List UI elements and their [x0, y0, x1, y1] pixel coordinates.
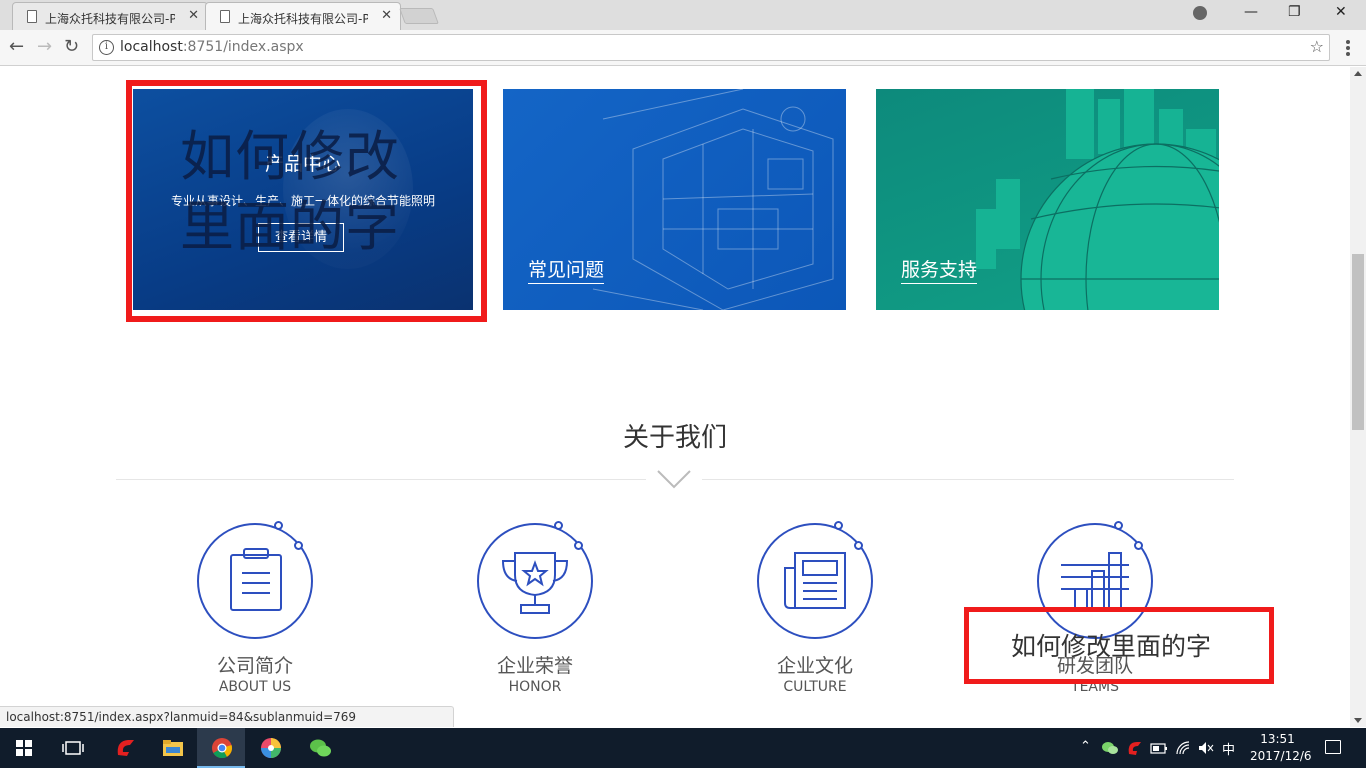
taskbar-app-antivirus[interactable] — [100, 728, 148, 768]
feature-subtitle: ABOUT US — [218, 679, 292, 695]
feature-title: 企业文化 — [776, 655, 853, 677]
page-scrollbar[interactable] — [1350, 67, 1366, 727]
tray-antivirus-icon[interactable] — [1126, 740, 1142, 756]
page-icon — [27, 10, 37, 23]
taskbar: ⌃ 中 13:51 2017/12/6 — [0, 728, 1366, 768]
chevron-down-icon — [657, 470, 691, 489]
ime-indicator[interactable]: 中 — [1222, 739, 1235, 758]
section-title: 关于我们 — [622, 423, 727, 453]
minimize-button[interactable]: — — [1244, 4, 1258, 20]
close-window-button[interactable]: ✕ — [1335, 4, 1347, 20]
tab-title: 上海众托科技有限公司-P — [238, 12, 368, 26]
feature-subtitle: HONOR — [508, 679, 562, 695]
feature-title: 企业荣誉 — [496, 655, 573, 677]
task-view-icon — [62, 741, 84, 755]
address-bar[interactable]: i localhost:8751/index.aspx ☆ — [92, 34, 1330, 61]
new-tab-button[interactable] — [399, 8, 439, 24]
scrollbar-thumb[interactable] — [1352, 254, 1364, 430]
battery-icon[interactable] — [1150, 741, 1168, 755]
status-url-bubble: localhost:8751/index.aspx?lanmuid=84&sub… — [0, 706, 454, 727]
antivirus-icon — [117, 740, 134, 756]
newspaper-icon — [784, 552, 846, 609]
taskbar-app-chrome[interactable] — [197, 728, 245, 768]
windows-logo-icon — [16, 740, 32, 756]
tray-wechat-icon[interactable] — [1101, 740, 1119, 756]
url-host: localhost — [120, 39, 183, 55]
forward-button[interactable]: → — [37, 36, 52, 58]
clipboard-icon — [230, 548, 282, 611]
task-view-button[interactable] — [48, 728, 96, 768]
taskbar-app-explorer[interactable] — [148, 728, 196, 768]
url-text[interactable]: localhost:8751/index.aspx — [120, 39, 304, 55]
color-wheel-icon — [261, 738, 281, 758]
profile-icon[interactable] — [1193, 6, 1207, 20]
url-path: :8751/index.aspx — [182, 39, 304, 55]
taskbar-app-wechat[interactable] — [295, 728, 343, 768]
scroll-up-icon[interactable] — [1354, 71, 1362, 76]
tray-expand-icon[interactable]: ⌃ — [1080, 739, 1091, 754]
taskbar-app-photos[interactable] — [246, 728, 294, 768]
annotation-small-text: 如何修改里面的字 — [1011, 632, 1212, 661]
card-title[interactable]: 服务支持 — [901, 255, 978, 284]
start-button[interactable] — [0, 728, 48, 768]
clock-date: 2017/12/6 — [1250, 749, 1312, 763]
system-clock[interactable]: 13:51 2017/12/6 — [1250, 731, 1312, 765]
service-support-card[interactable]: 服务支持 — [876, 89, 1219, 310]
page-icon — [220, 10, 230, 23]
action-center-icon[interactable] — [1325, 740, 1341, 754]
reload-button[interactable]: ↻ — [64, 36, 79, 58]
tab-title: 上海众托科技有限公司-P — [45, 12, 175, 26]
card-title[interactable]: 常见问题 — [528, 255, 605, 284]
browser-tab-2[interactable]: 上海众托科技有限公司-P ✕ — [205, 2, 401, 30]
tab-strip: 上海众托科技有限公司-P ✕ 上海众托科技有限公司-P ✕ — ❐ ✕ — [0, 0, 1366, 30]
info-icon[interactable]: i — [99, 40, 114, 55]
folder-icon — [163, 740, 183, 756]
back-button[interactable]: ← — [9, 36, 24, 58]
annotation-highlight-box — [126, 80, 487, 322]
feature-title: 公司简介 — [216, 655, 293, 677]
page-viewport: 产品中心 专业从事设计、生产、施工一体化的综合节能照明 查看详情 常见问题 服务… — [0, 67, 1350, 727]
chrome-icon — [212, 738, 232, 759]
browser-toolbar: ← → ↻ i localhost:8751/index.aspx ☆ — [0, 30, 1366, 66]
bookmark-star-icon[interactable]: ☆ — [1310, 37, 1324, 56]
feature-subtitle: CULTURE — [783, 679, 847, 695]
browser-tab-1[interactable]: 上海众托科技有限公司-P ✕ — [12, 2, 208, 30]
tab-close-icon[interactable]: ✕ — [381, 8, 392, 23]
wifi-icon[interactable] — [1175, 740, 1193, 756]
clock-time: 13:51 — [1260, 732, 1295, 746]
faq-card[interactable]: 常见问题 — [503, 89, 846, 310]
divider — [702, 479, 1234, 480]
trophy-icon — [501, 552, 569, 614]
scroll-down-icon[interactable] — [1354, 718, 1362, 723]
wechat-icon — [310, 739, 331, 757]
volume-muted-icon[interactable] — [1198, 741, 1214, 755]
restore-button[interactable]: ❐ — [1288, 4, 1301, 20]
tab-close-icon[interactable]: ✕ — [188, 8, 199, 23]
browser-menu-icon[interactable] — [1346, 40, 1350, 58]
divider — [116, 479, 646, 480]
